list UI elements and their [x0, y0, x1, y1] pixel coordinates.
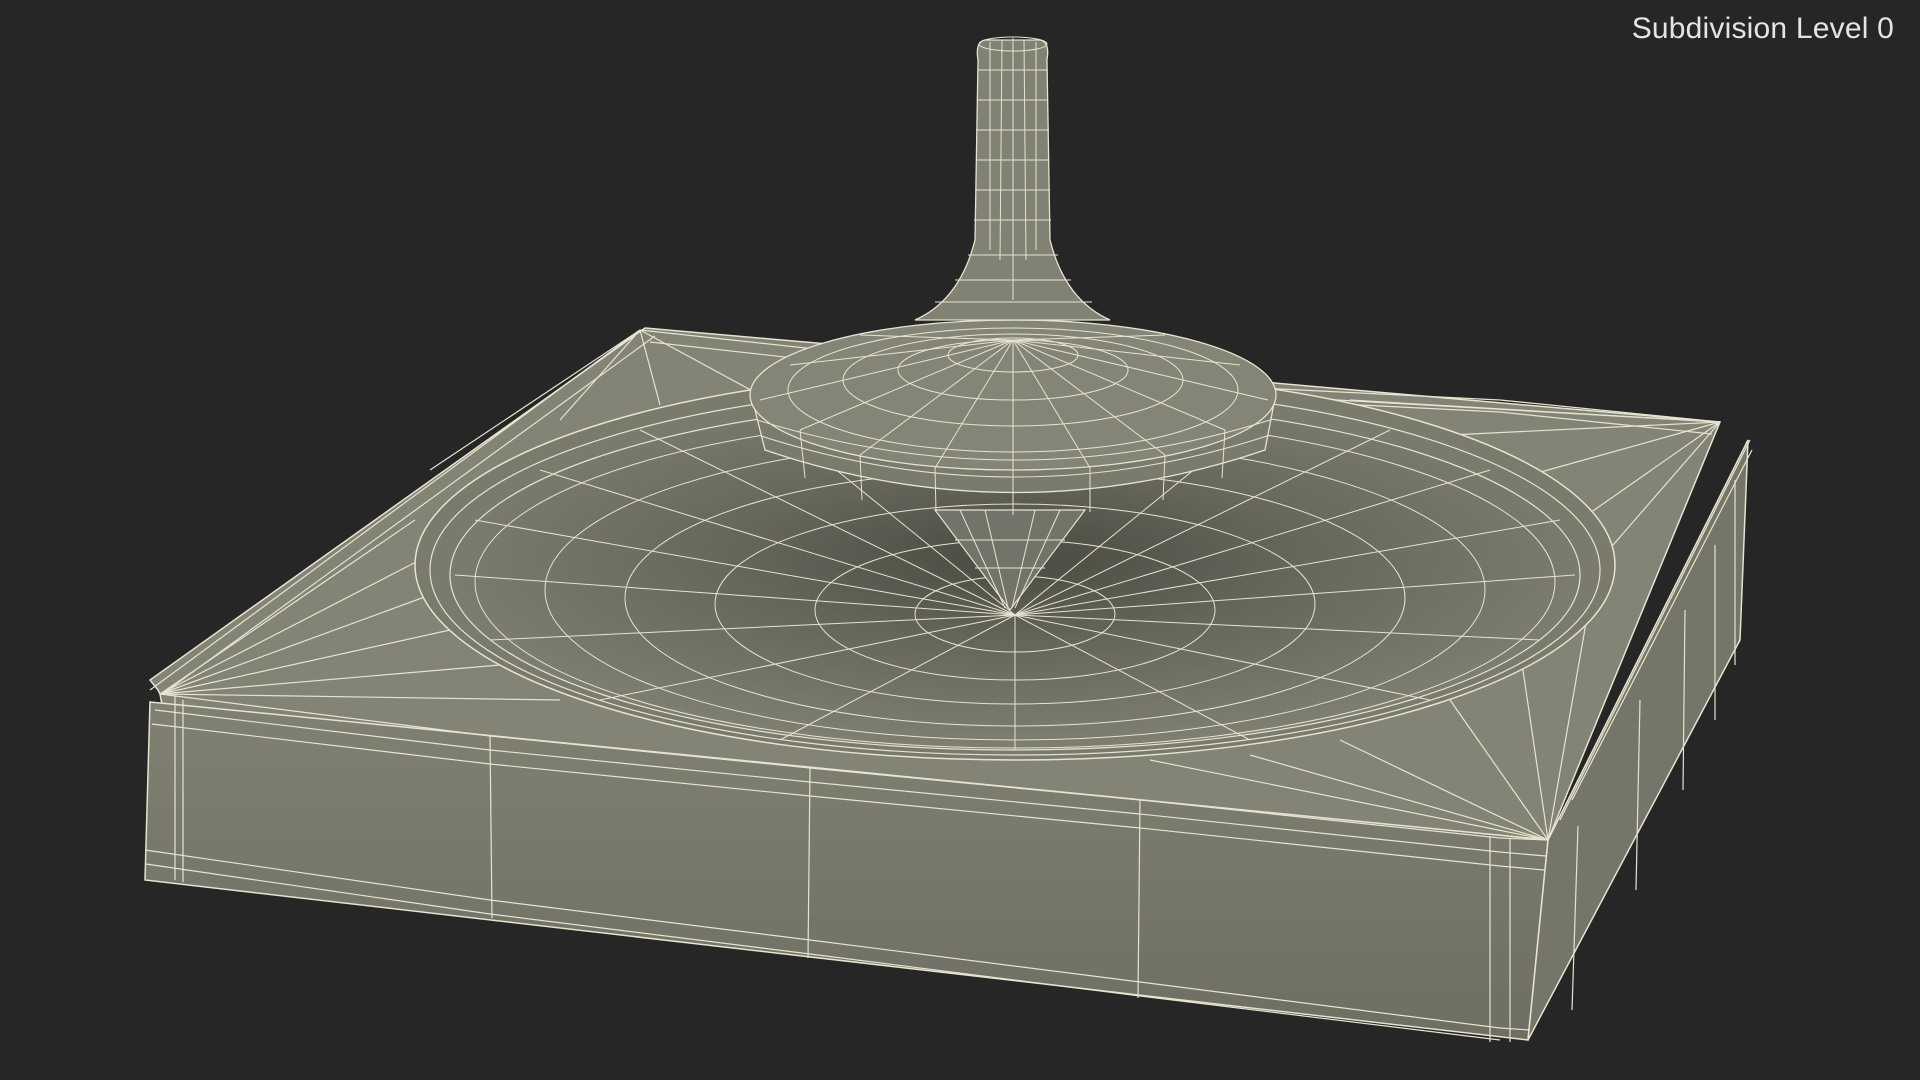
wireframe-model	[144, 36, 1753, 1042]
subdivision-level-label: Subdivision Level 0	[1631, 12, 1894, 45]
3d-viewport[interactable]: Subdivision Level 0	[0, 0, 1920, 1080]
